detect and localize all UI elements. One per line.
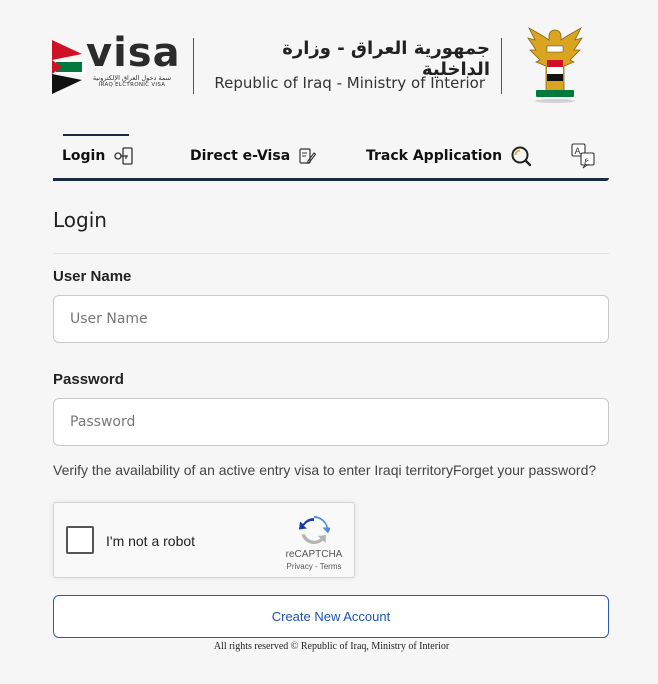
username-input[interactable]: [53, 295, 609, 343]
help-links-row: Verify the availability of an active ent…: [53, 462, 613, 478]
iraq-eagle-emblem-icon: [527, 26, 583, 103]
title-divider: [53, 253, 609, 254]
visa-logo-wordmark: visa: [86, 30, 181, 76]
create-new-account-button[interactable]: Create New Account: [53, 595, 609, 638]
header-title-english: Republic of Iraq - Ministry of Interior: [214, 74, 485, 92]
visa-logo-tagline-arabic: سمة دخول العراق الإلكترونية: [92, 74, 172, 82]
tab-language[interactable]: A ع: [571, 134, 597, 178]
key-icon: [113, 147, 133, 165]
header-divider: [501, 38, 502, 94]
tabs-underline: [53, 178, 609, 181]
password-label: Password: [53, 371, 124, 388]
recaptcha-checkbox[interactable]: [66, 526, 94, 554]
header-divider: [193, 38, 194, 94]
forgot-password-link[interactable]: Forget your password?: [453, 462, 596, 478]
recaptcha-brand: reCAPTCHA: [285, 549, 343, 560]
svg-text:ع: ع: [584, 156, 590, 166]
tab-track-application[interactable]: Track Application: [366, 134, 532, 178]
tab-login[interactable]: Login: [62, 134, 133, 178]
tab-label: Login: [62, 148, 106, 164]
page-title: Login: [53, 208, 107, 232]
recaptcha-privacy-terms-link[interactable]: Privacy - Terms: [276, 562, 352, 571]
magnifier-icon: [510, 145, 532, 167]
site-header: visa سمة دخول العراق الإلكترونية IRAQ EL…: [0, 0, 658, 120]
visa-document-icon: [298, 147, 317, 165]
visa-logo-flag-icon: [52, 40, 86, 94]
tab-direct-e-visa[interactable]: Direct e-Visa: [190, 134, 317, 178]
recaptcha-widget: I'm not a robot reCAPTCHA Privacy - Term…: [53, 502, 355, 578]
username-label: User Name: [53, 268, 132, 285]
recaptcha-logo-icon: [299, 516, 330, 545]
footer-copyright: All rights reserved © Republic of Iraq, …: [213, 641, 450, 652]
verify-visa-link[interactable]: Verify the availability of an active ent…: [53, 462, 453, 478]
visa-logo-tagline-english: IRAQ ELCTRONIC VISA: [98, 82, 166, 88]
language-translate-icon: A ع: [571, 143, 597, 169]
main-navigation-tabs: Login Direct e-Visa Track Application A …: [53, 134, 609, 182]
tab-label: Direct e-Visa: [190, 148, 291, 164]
recaptcha-label: I'm not a robot: [106, 533, 196, 549]
password-input[interactable]: [53, 398, 609, 446]
tab-label: Track Application: [366, 148, 503, 164]
